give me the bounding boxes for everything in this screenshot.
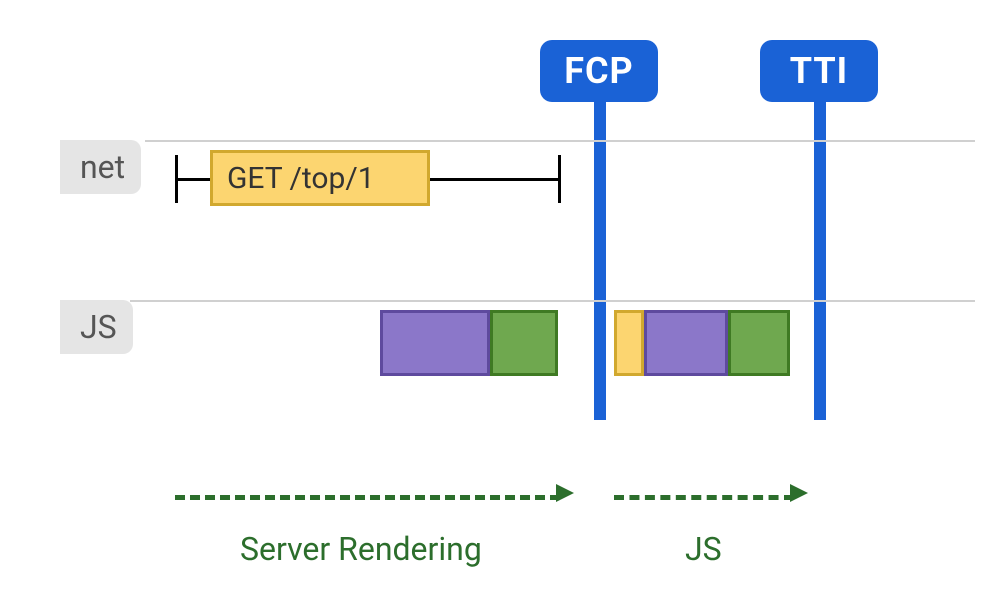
js-block-green-1 (490, 310, 558, 376)
net-whisker-cap-right (558, 155, 561, 203)
phase-label-js: JS (685, 530, 722, 568)
net-request-bar: GET /top/1 (210, 150, 430, 206)
fcp-marker-line (594, 102, 606, 420)
timeline-diagram: FCP TTI net GET /top/1 JS Server Renderi… (0, 0, 994, 614)
js-block-yellow (614, 310, 644, 376)
phase-arrow-server (175, 495, 560, 500)
lane-label-net: net (60, 140, 141, 194)
phase-arrow-js (614, 495, 794, 500)
lane-label-js: JS (60, 300, 133, 354)
net-request-text: GET /top/1 (227, 161, 375, 196)
js-block-green-2 (728, 310, 790, 376)
fcp-badge: FCP (540, 40, 658, 102)
js-block-purple-2 (644, 310, 728, 376)
tti-badge: TTI (760, 40, 878, 102)
tti-marker-line (814, 102, 826, 420)
phase-arrowhead-js (790, 484, 808, 502)
lane-line-js (130, 300, 975, 302)
phase-arrowhead-server (556, 484, 574, 502)
net-whisker-right (430, 178, 558, 181)
lane-line-net (145, 140, 975, 142)
js-block-purple-1 (380, 310, 490, 376)
net-whisker-left (175, 178, 213, 181)
phase-label-server: Server Rendering (240, 530, 482, 568)
